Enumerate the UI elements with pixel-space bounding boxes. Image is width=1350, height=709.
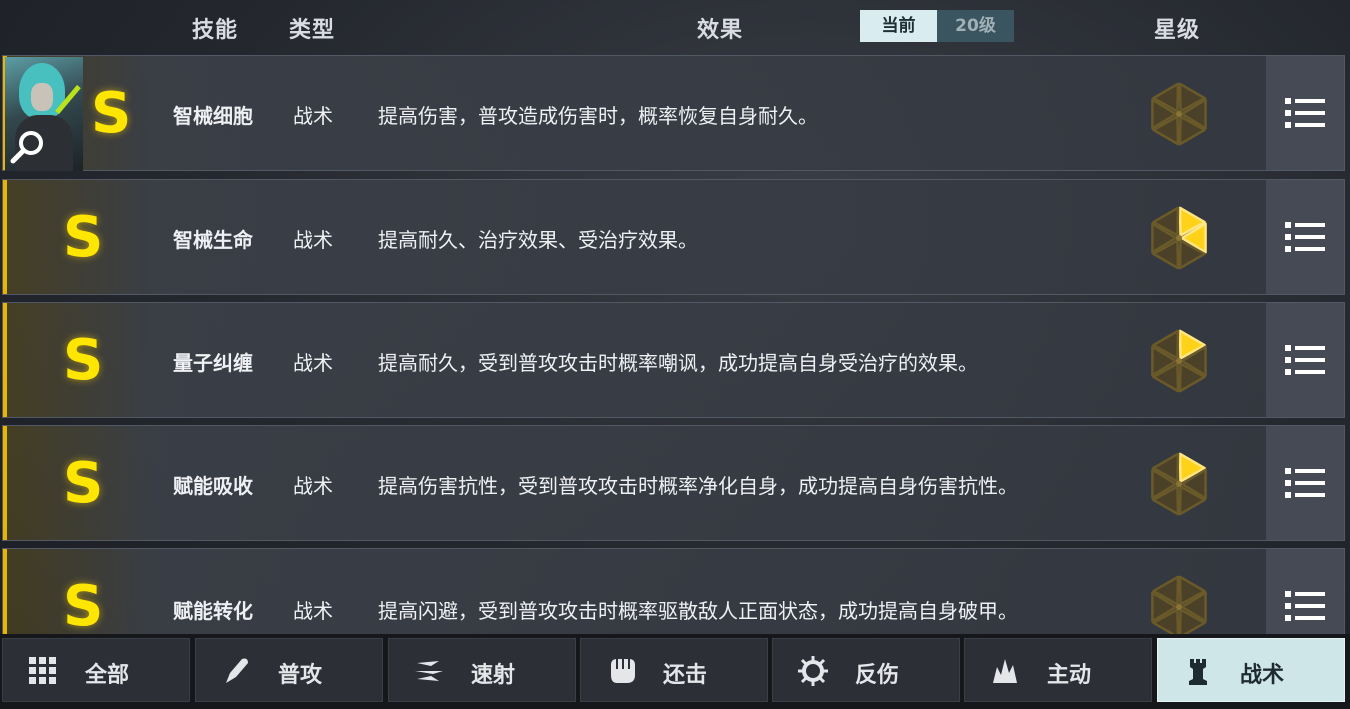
tab-tactical[interactable]: 战术 <box>1157 638 1345 702</box>
rank-badge: S <box>91 81 132 146</box>
list-icon <box>1285 98 1325 128</box>
skill-description: 提高耐久、治疗效果、受治疗效果。 <box>378 228 698 252</box>
skill-type: 战术 <box>293 104 333 128</box>
skill-name: 赋能吸收 <box>173 474 253 498</box>
filter-tab-bar: 全部 普攻 速射 还击 反伤 主动 战术 <box>0 634 1350 709</box>
toggle-current-button[interactable]: 当前 <box>860 10 937 42</box>
skill-row[interactable]: S 赋能吸收 战术 提高伤害抗性，受到普攻攻击时概率净化自身，成功提高自身伤害抗… <box>2 425 1345 541</box>
effect-level-toggle: 当前 20级 <box>860 10 1014 42</box>
rank-badge: S <box>63 328 104 393</box>
skill-name: 智械细胞 <box>173 104 253 128</box>
tab-label: 主动 <box>1047 663 1092 688</box>
tab-basic-attack[interactable]: 普攻 <box>195 638 383 702</box>
skill-description: 提高伤害抗性，受到普攻攻击时概率净化自身，成功提高自身伤害抗性。 <box>378 474 1018 498</box>
star-center-dot <box>1176 111 1182 117</box>
skill-type: 战术 <box>293 599 333 623</box>
table-header: 技能 类型 效果 当前 20级 星级 <box>0 0 1350 52</box>
tab-rapid-fire[interactable]: 速射 <box>388 638 576 702</box>
tab-label: 普攻 <box>278 663 323 688</box>
skill-row[interactable]: S 智械细胞 战术 提高伤害，普攻造成伤害时，概率恢复自身耐久。 <box>2 55 1345 171</box>
list-icon <box>1285 345 1325 375</box>
star-hexagon-icon[interactable] <box>1143 202 1215 274</box>
list-icon <box>1285 591 1325 621</box>
tab-label: 还击 <box>663 663 708 688</box>
skill-description: 提高伤害，普攻造成伤害时，概率恢复自身耐久。 <box>378 104 818 128</box>
flame-icon <box>993 659 1017 683</box>
list-icon <box>1285 222 1325 252</box>
star-center-dot <box>1176 235 1182 241</box>
star-center-dot <box>1176 358 1182 364</box>
character-avatar[interactable] <box>5 57 83 171</box>
star-hexagon-icon[interactable] <box>1143 325 1215 397</box>
header-skill: 技能 <box>192 18 239 43</box>
skill-name: 赋能转化 <box>173 599 253 623</box>
rank-badge: S <box>63 574 104 639</box>
star-center-dot <box>1176 481 1182 487</box>
skill-name: 量子纠缠 <box>173 351 253 375</box>
magnifier-icon[interactable] <box>9 127 49 167</box>
bullet-icon <box>226 658 248 683</box>
toggle-level20-button[interactable]: 20级 <box>937 10 1014 42</box>
skill-row[interactable]: S 智械生命 战术 提高耐久、治疗效果、受治疗效果。 <box>2 179 1345 295</box>
details-menu-button[interactable] <box>1266 56 1344 170</box>
rapid-fire-icon <box>415 661 443 681</box>
tab-label: 反伤 <box>855 663 900 688</box>
rank-badge: S <box>63 451 104 516</box>
tab-label: 全部 <box>85 663 130 688</box>
star-hexagon-icon[interactable] <box>1143 448 1215 520</box>
rank-badge: S <box>63 205 104 270</box>
tower-icon <box>1189 659 1207 685</box>
header-type: 类型 <box>289 18 336 43</box>
star-hexagon-icon[interactable] <box>1143 571 1215 643</box>
details-menu-button[interactable] <box>1266 303 1344 417</box>
skill-description: 提高耐久，受到普攻攻击时概率嘲讽，成功提高自身受治疗的效果。 <box>378 351 978 375</box>
tab-all[interactable]: 全部 <box>2 638 190 702</box>
details-menu-button[interactable] <box>1266 180 1344 294</box>
star-hexagon-icon[interactable] <box>1143 78 1215 150</box>
skill-row[interactable]: S 量子纠缠 战术 提高耐久，受到普攻攻击时概率嘲讽，成功提高自身受治疗的效果。 <box>2 302 1345 418</box>
skill-type: 战术 <box>293 474 333 498</box>
details-menu-button[interactable] <box>1266 426 1344 540</box>
skill-type: 战术 <box>293 228 333 252</box>
header-effect: 效果 <box>697 18 744 43</box>
skill-description: 提高闪避，受到普攻攻击时概率驱散敌人正面状态，成功提高自身破甲。 <box>378 599 1018 623</box>
fist-icon <box>611 659 635 683</box>
tab-label: 战术 <box>1240 663 1285 688</box>
skill-name: 智械生命 <box>173 228 253 252</box>
header-star: 星级 <box>1154 18 1201 43</box>
tab-counter-attack[interactable]: 还击 <box>580 638 768 702</box>
grid-icon <box>29 657 56 684</box>
tab-reflect-damage[interactable]: 反伤 <box>772 638 960 702</box>
list-icon <box>1285 468 1325 498</box>
tab-label: 速射 <box>471 663 516 688</box>
star-center-dot <box>1176 604 1182 610</box>
skill-type: 战术 <box>293 351 333 375</box>
tab-active-skill[interactable]: 主动 <box>964 638 1152 702</box>
gear-icon <box>798 656 828 686</box>
